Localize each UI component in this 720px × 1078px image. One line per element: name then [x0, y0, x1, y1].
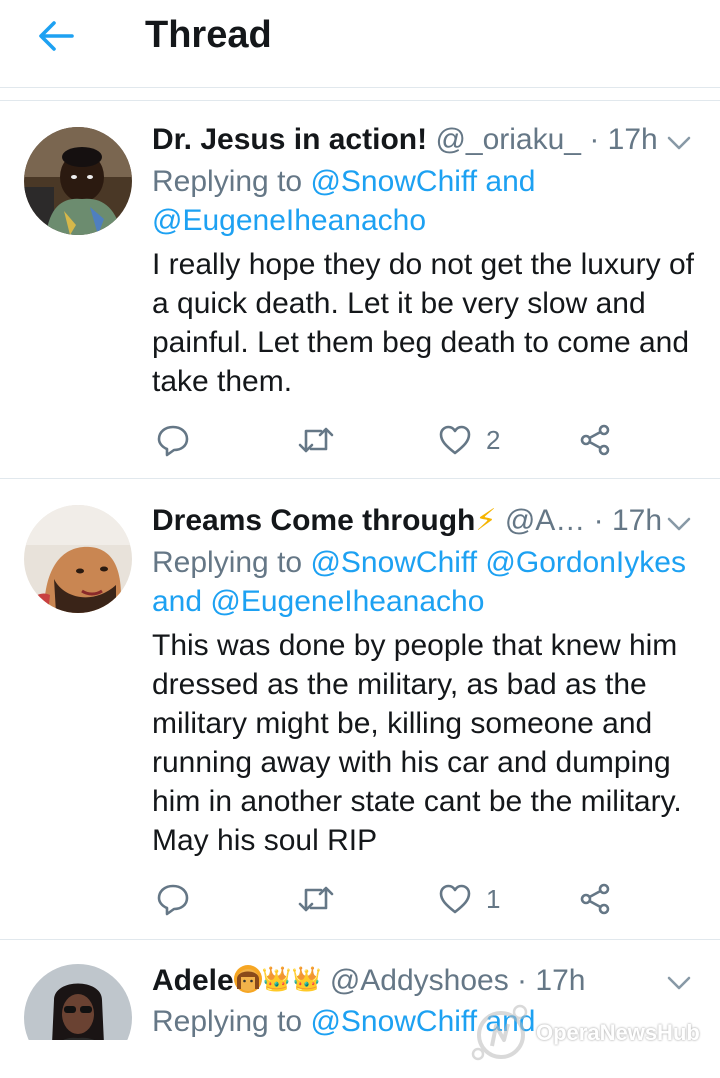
avatar-image [24, 505, 132, 613]
reply-button[interactable] [156, 877, 204, 921]
divider [0, 478, 720, 479]
replying-to: Replying to @SnowChiff and @EugeneIheana… [152, 162, 702, 240]
replying-to-label: Replying to [152, 1005, 311, 1038]
separator-dot: · [517, 964, 528, 997]
chevron-down-icon[interactable] [664, 509, 694, 539]
avatar[interactable] [24, 127, 132, 235]
replying-to-label: Replying to [152, 165, 311, 198]
watermark-logo-icon [471, 1004, 528, 1061]
handle[interactable]: @_oriaku_ [435, 123, 581, 156]
mention-link[interactable]: and @EugeneIheanacho [152, 585, 484, 618]
name-emoji: ⚡ [475, 504, 497, 537]
tweet[interactable]: Dreams Come through⚡ @A… · 17h Replying … [0, 503, 720, 939]
timestamp[interactable]: 17h [608, 123, 658, 156]
share-icon [580, 883, 610, 915]
divider [0, 939, 720, 940]
mention-link[interactable]: @SnowChiff and [310, 165, 535, 198]
retweet-button[interactable] [297, 418, 349, 462]
timestamp[interactable]: 17h [535, 964, 585, 997]
like-heart-icon [439, 425, 471, 455]
tweet-header: Dreams Come through⚡ @A… · 17h [152, 503, 672, 539]
like-count: 1 [486, 883, 501, 914]
mention-link[interactable]: @SnowChiff @GordonIykes [310, 546, 686, 579]
share-button[interactable] [578, 877, 612, 921]
like-heart-icon [439, 884, 471, 914]
share-button[interactable] [578, 418, 612, 462]
replying-to: Replying to @SnowChiff @GordonIykes and … [152, 543, 702, 621]
tweet-header: Adele 👑👑 @Addyshoes · 17h [152, 962, 672, 999]
tweet-text: This was done by people that knew him dr… [152, 629, 682, 857]
reply-icon [157, 884, 189, 916]
tweet-header: Dr. Jesus in action! @_oriaku_ · 17h [152, 122, 672, 158]
name-emoji: 👑👑 [261, 966, 322, 993]
retweet-button[interactable] [297, 877, 349, 921]
back-button[interactable] [34, 14, 78, 58]
tweet[interactable]: Dr. Jesus in action! @_oriaku_ · 17h Rep… [0, 122, 720, 478]
top-app-bar: Thread [0, 0, 720, 88]
like-button[interactable]: 1 [438, 877, 500, 921]
watermark-text: OperaNewsHub [536, 1020, 700, 1045]
page-title: Thread [145, 14, 272, 56]
separator-dot: · [589, 123, 600, 156]
woman-emoji-icon [233, 965, 262, 993]
avatar-image [24, 127, 132, 235]
reply-icon [157, 425, 189, 457]
like-button[interactable]: 2 [438, 418, 500, 462]
avatar[interactable] [24, 505, 132, 613]
separator-dot: · [593, 504, 604, 537]
tweet-text: I really hope they do not get the luxury… [152, 248, 695, 398]
display-name[interactable]: Dr. Jesus in action! [152, 123, 427, 156]
mention-link[interactable]: @EugeneIheanacho [152, 204, 426, 237]
like-count: 2 [486, 424, 501, 455]
display-name[interactable]: Adele [152, 964, 234, 997]
share-icon [580, 424, 610, 456]
watermark: OperaNewsHub [470, 998, 700, 1068]
chevron-down-icon[interactable] [664, 128, 694, 158]
handle[interactable]: @Addyshoes [330, 964, 509, 997]
tweet-actions: 2 [152, 418, 622, 462]
replying-to-label: Replying to [152, 546, 311, 579]
retweet-icon [298, 427, 334, 453]
handle[interactable]: @A… [505, 504, 585, 537]
divider [0, 100, 720, 101]
back-arrow-icon [39, 21, 74, 51]
retweet-icon [298, 886, 334, 912]
chevron-down-icon[interactable] [664, 968, 694, 998]
tweet-actions: 1 [152, 877, 622, 921]
reply-button[interactable] [156, 418, 204, 462]
timestamp[interactable]: 17h [612, 504, 662, 537]
display-name[interactable]: Dreams Come through [152, 504, 475, 537]
